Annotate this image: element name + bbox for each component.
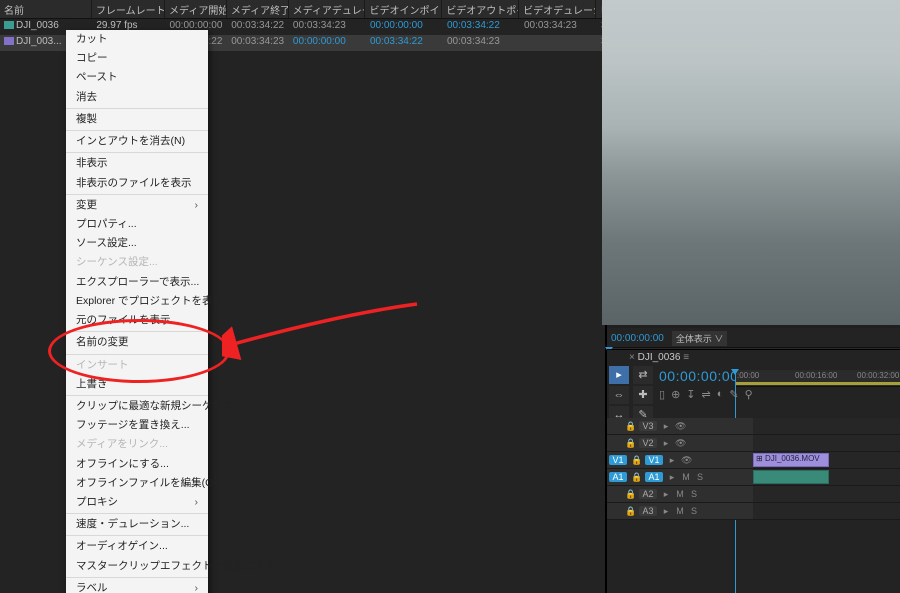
context-menu-item[interactable]: カット	[66, 30, 208, 49]
col-video-out[interactable]: ビデオアウトポイン	[442, 0, 519, 18]
selection-tool-icon[interactable]: ▸	[609, 366, 629, 384]
source-a1[interactable]: A1	[609, 472, 627, 482]
context-menu-item[interactable]: プロキシ	[66, 493, 208, 512]
context-menu-item[interactable]: プロパティ...	[66, 215, 208, 234]
track-a1[interactable]: A1🔒A1▸MS	[607, 469, 900, 486]
timeline-timecode[interactable]: 00:00:00:00	[659, 368, 738, 384]
context-menu-item[interactable]: シーケンス設定...	[66, 253, 208, 272]
context-menu-item[interactable]: 変更	[66, 196, 208, 215]
context-menu-item[interactable]: 非表示のファイルを表示	[66, 174, 208, 193]
in-out-range[interactable]	[735, 382, 900, 385]
sequence-icon	[4, 21, 14, 29]
col-media-duration[interactable]: メディアデュレーシ:	[289, 0, 366, 18]
razor-tool-icon[interactable]: ✚	[633, 386, 653, 404]
toggle-output-icon[interactable]: ▸	[667, 472, 677, 483]
track-v1[interactable]: V1🔒V1▸👁 ⊞ DJI_0036.MOV	[607, 452, 900, 469]
marker-pen-icon[interactable]: ✎	[729, 388, 738, 401]
track-a3[interactable]: 🔒A3▸MS	[607, 503, 900, 520]
program-viewport[interactable]	[602, 0, 900, 325]
eye-icon[interactable]: 👁	[681, 455, 691, 466]
lock-icon[interactable]: 🔒	[625, 438, 635, 449]
context-menu[interactable]: カットコピーペースト消去複製インとアウトを消去(N) 非表示非表示のファイルを表示…	[66, 30, 208, 593]
premiere-mock: 名前 フレームレート メディア開始 メディア終了 メディアデュレーシ: ビデオイ…	[0, 0, 900, 593]
track-v3[interactable]: 🔒V3▸👁	[607, 418, 900, 435]
clip-icon	[4, 37, 14, 45]
mute-icon[interactable]: M	[681, 472, 691, 482]
context-menu-item[interactable]: オフラインにする...	[66, 455, 208, 474]
mute-icon[interactable]: M	[675, 489, 685, 499]
col-media-start[interactable]: メディア開始	[165, 0, 227, 18]
context-menu-item[interactable]: インサート	[66, 356, 208, 375]
solo-icon[interactable]: S	[689, 489, 699, 499]
context-menu-item[interactable]: エクスプローラーで表示...	[66, 273, 208, 292]
right-side: 00:00:00:00 全体表示 ∨ DJI_0036 ▸ ⇄ ⇔ ✚ ↔ ✎ …	[606, 0, 900, 593]
track-v2[interactable]: 🔒V2▸👁	[607, 435, 900, 452]
lock-icon[interactable]: 🔒	[625, 421, 635, 432]
toggle-output-icon[interactable]: ▸	[661, 506, 671, 517]
col-frame-rate[interactable]: フレームレート	[92, 0, 165, 18]
context-menu-item[interactable]: オフラインファイルを編集(O)...	[66, 474, 208, 493]
context-menu-item[interactable]: ラベル	[66, 579, 208, 593]
lock-icon[interactable]: 🔒	[631, 472, 641, 483]
ripple-tool-icon[interactable]: ⇔	[609, 386, 629, 404]
insert-icon[interactable]: ↧	[686, 388, 695, 401]
context-menu-item[interactable]: 非表示	[66, 154, 208, 173]
add-marker-icon[interactable]: ⊕	[671, 388, 680, 401]
solo-icon[interactable]: S	[689, 506, 699, 516]
context-menu-item[interactable]: 速度・デュレーション...	[66, 515, 208, 534]
program-zoom-select[interactable]: 全体表示 ∨	[672, 331, 728, 346]
wrench-icon[interactable]: ⚲	[745, 388, 753, 401]
timeline-ruler[interactable]: :00:00 00:00:16:00 00:00:32:00 00:0	[735, 370, 900, 387]
mute-icon[interactable]: M	[675, 506, 685, 516]
lock-icon[interactable]: 🔒	[631, 455, 641, 466]
context-menu-item[interactable]: クリップに最適な新規シーケンス	[66, 397, 208, 416]
track-a2[interactable]: 🔒A2▸MS	[607, 486, 900, 503]
context-menu-item[interactable]: ソース設定...	[66, 234, 208, 253]
link-icon[interactable]: ◐	[717, 388, 724, 401]
snap-icon[interactable]: ▯	[659, 388, 665, 401]
timeline-option-icons: ▯ ⊕ ↧ ⇌ ◐ ✎ ⚲	[659, 388, 753, 401]
context-menu-item[interactable]: オーディオゲイン...	[66, 537, 208, 556]
toggle-output-icon[interactable]: ▸	[667, 455, 677, 466]
toggle-output-icon[interactable]: ▸	[661, 421, 671, 432]
context-menu-item[interactable]: 元のファイルを表示...	[66, 311, 208, 330]
context-menu-item[interactable]: 名前の変更	[66, 333, 208, 352]
eye-icon[interactable]: 👁	[675, 438, 685, 449]
audio-clip[interactable]	[753, 470, 829, 484]
track-select-tool-icon[interactable]: ⇄	[633, 366, 653, 384]
eye-icon[interactable]: 👁	[675, 421, 685, 432]
lock-icon[interactable]: 🔒	[625, 506, 635, 517]
context-menu-item[interactable]: コピー	[66, 49, 208, 68]
context-menu-item[interactable]: 消去	[66, 88, 208, 107]
col-media-end[interactable]: メディア終了	[227, 0, 289, 18]
col-video-duration[interactable]: ビデオデュレーショ	[519, 0, 596, 18]
timeline-tracks: 🔒V3▸👁 🔒V2▸👁 V1🔒V1▸👁 ⊞ DJI_0036.MOV A1🔒A1…	[607, 418, 900, 593]
context-menu-item[interactable]: メディアをリンク...	[66, 435, 208, 454]
video-clip[interactable]: ⊞ DJI_0036.MOV	[753, 453, 829, 467]
overwrite-icon[interactable]: ⇌	[702, 388, 711, 401]
toggle-output-icon[interactable]: ▸	[661, 438, 671, 449]
context-menu-item[interactable]: マスタークリップエフェクトを無効にする	[66, 557, 208, 576]
context-menu-item[interactable]: フッテージを置き換え...	[66, 416, 208, 435]
annotation-arrow	[222, 299, 422, 369]
timeline-panel: DJI_0036 ▸ ⇄ ⇔ ✚ ↔ ✎ ✋ T 00:00:00:00 :00…	[607, 349, 900, 593]
film-icon: ⊞	[756, 454, 765, 463]
col-video-in[interactable]: ビデオインポイント	[365, 0, 442, 18]
context-menu-item[interactable]: 上書き	[66, 375, 208, 394]
context-menu-item[interactable]: インとアウトを消去(N)	[66, 132, 208, 151]
context-menu-item[interactable]: Explorer でプロジェクトを表示...	[66, 292, 208, 311]
project-panel: 名前 フレームレート メディア開始 メディア終了 メディアデュレーシ: ビデオイ…	[0, 0, 606, 593]
col-name[interactable]: 名前	[0, 0, 92, 18]
program-transport: 00:00:00:00 全体表示 ∨	[607, 328, 900, 348]
timeline-tab[interactable]: DJI_0036	[629, 352, 689, 363]
program-monitor: 00:00:00:00 全体表示 ∨	[607, 0, 900, 349]
solo-icon[interactable]: S	[695, 472, 705, 482]
toggle-output-icon[interactable]: ▸	[661, 489, 671, 500]
lock-icon[interactable]: 🔒	[625, 489, 635, 500]
program-timecode[interactable]: 00:00:00:00	[611, 333, 664, 344]
source-v1[interactable]: V1	[609, 455, 627, 465]
project-columns-header: 名前 フレームレート メディア開始 メディア終了 メディアデュレーシ: ビデオイ…	[0, 0, 605, 19]
context-menu-item[interactable]: 複製	[66, 110, 208, 129]
context-menu-item[interactable]: ペースト	[66, 68, 208, 87]
